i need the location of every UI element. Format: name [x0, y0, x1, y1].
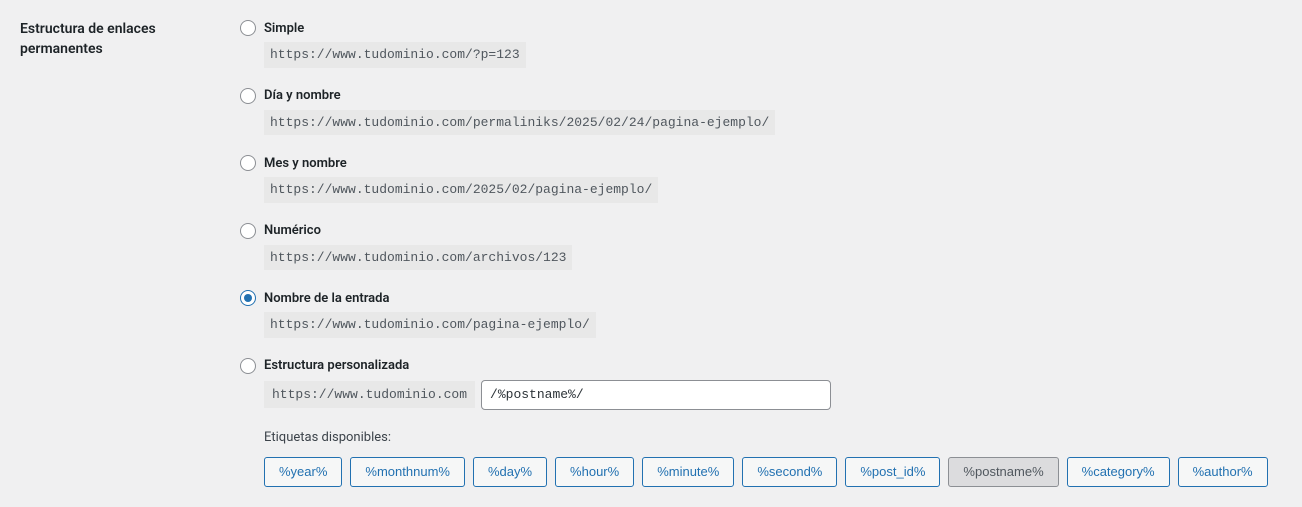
- option-simple-label: Simple: [264, 21, 304, 36]
- option-day-name-example: https://www.tudominio.com/permaliniks/20…: [264, 110, 775, 136]
- tags-available-label: Etiquetas disponibles:: [264, 430, 1282, 445]
- option-simple-line[interactable]: Simple: [240, 20, 1282, 36]
- option-numeric-example: https://www.tudominio.com/archivos/123: [264, 245, 572, 271]
- radio-post-name[interactable]: [240, 290, 256, 306]
- tag-postname[interactable]: %postname%: [948, 457, 1058, 487]
- option-post-name-example: https://www.tudominio.com/pagina-ejemplo…: [264, 312, 596, 338]
- option-month-name-example: https://www.tudominio.com/2025/02/pagina…: [264, 177, 658, 203]
- option-day-name-line[interactable]: Día y nombre: [240, 88, 1282, 104]
- custom-structure-input[interactable]: [481, 380, 831, 410]
- option-simple-example: https://www.tudominio.com/?p=123: [264, 42, 526, 68]
- tag-minute[interactable]: %minute%: [642, 457, 734, 487]
- tag-author[interactable]: %author%: [1178, 457, 1268, 487]
- option-simple: Simple https://www.tudominio.com/?p=123: [240, 20, 1282, 68]
- option-day-name: Día y nombre https://www.tudominio.com/p…: [240, 88, 1282, 136]
- tag-second[interactable]: %second%: [742, 457, 837, 487]
- radio-month-name[interactable]: [240, 155, 256, 171]
- custom-base-url: https://www.tudominio.com: [264, 381, 475, 408]
- radio-day-name[interactable]: [240, 88, 256, 104]
- radio-custom[interactable]: [240, 358, 256, 374]
- option-custom-label: Estructura personalizada: [264, 358, 409, 373]
- options-container: Simple https://www.tudominio.com/?p=123 …: [240, 20, 1282, 487]
- option-custom-line[interactable]: Estructura personalizada: [240, 358, 1282, 374]
- option-numeric: Numérico https://www.tudominio.com/archi…: [240, 223, 1282, 271]
- tag-hour[interactable]: %hour%: [555, 457, 634, 487]
- option-numeric-line[interactable]: Numérico: [240, 223, 1282, 239]
- option-post-name-line[interactable]: Nombre de la entrada: [240, 290, 1282, 306]
- option-numeric-label: Numérico: [264, 223, 321, 238]
- tag-category[interactable]: %category%: [1067, 457, 1170, 487]
- option-month-name: Mes y nombre https://www.tudominio.com/2…: [240, 155, 1282, 203]
- option-custom: Estructura personalizada https://www.tud…: [240, 358, 1282, 410]
- option-day-name-label: Día y nombre: [264, 88, 341, 103]
- option-post-name-label: Nombre de la entrada: [264, 291, 389, 306]
- option-post-name: Nombre de la entrada https://www.tudomin…: [240, 290, 1282, 338]
- radio-numeric[interactable]: [240, 223, 256, 239]
- section-title: Estructura de enlaces permanentes: [20, 20, 240, 487]
- tag-year[interactable]: %year%: [264, 457, 342, 487]
- tag-post-id[interactable]: %post_id%: [845, 457, 940, 487]
- option-month-name-line[interactable]: Mes y nombre: [240, 155, 1282, 171]
- tag-monthnum[interactable]: %monthnum%: [350, 457, 465, 487]
- tag-day[interactable]: %day%: [473, 457, 547, 487]
- option-month-name-label: Mes y nombre: [264, 156, 347, 171]
- tags-row: %year% %monthnum% %day% %hour% %minute% …: [264, 457, 1282, 487]
- radio-simple[interactable]: [240, 20, 256, 36]
